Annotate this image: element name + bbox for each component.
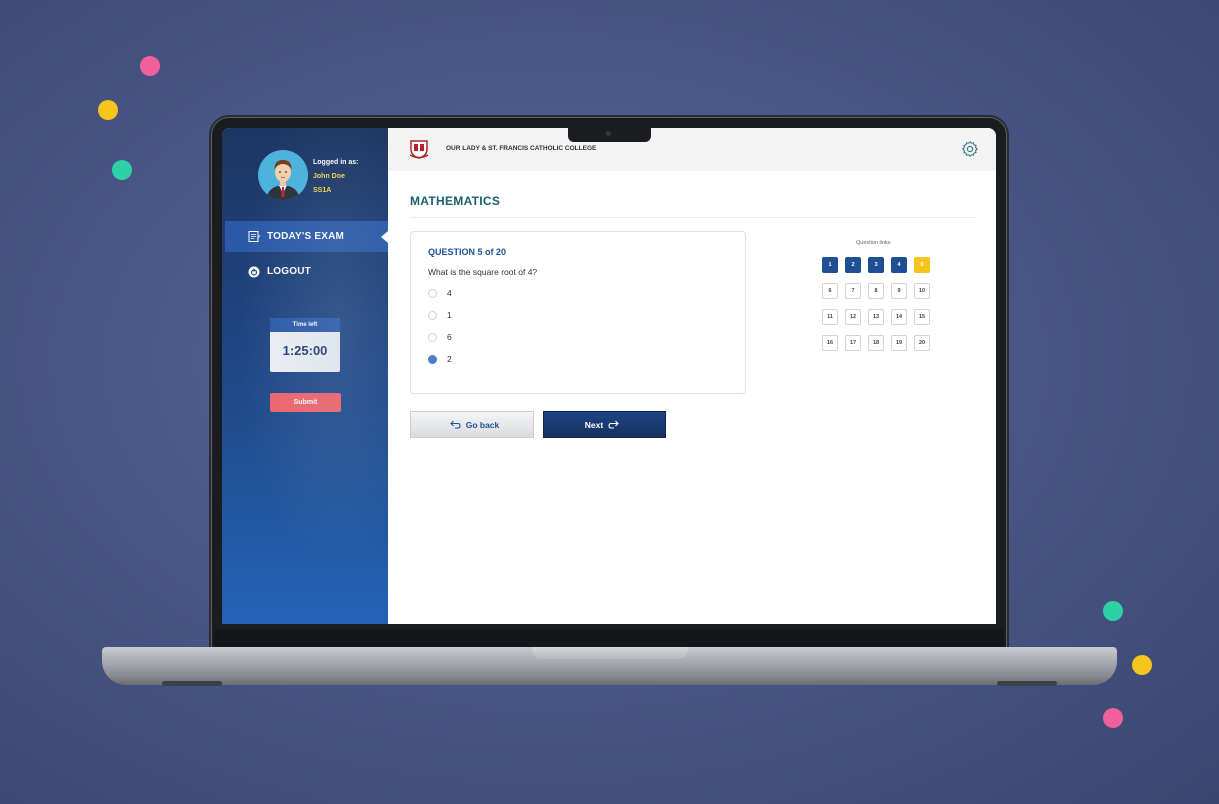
school-crest-icon: [408, 138, 430, 160]
nav-item-logout[interactable]: LOGOUT: [225, 256, 388, 287]
question-link-16[interactable]: 16: [822, 335, 838, 351]
question-links-title: Question links: [856, 240, 891, 246]
question-link-13[interactable]: 13: [868, 309, 884, 325]
power-icon: [247, 265, 261, 279]
user-info: Logged in as: John Doe SS1A: [313, 156, 359, 198]
radio-button[interactable]: [428, 332, 437, 342]
answer-option[interactable]: 6: [428, 332, 452, 342]
question-link-7[interactable]: 7: [845, 283, 861, 299]
undo-icon: [449, 420, 461, 429]
question-link-14[interactable]: 14: [891, 309, 907, 325]
question-link-1[interactable]: 1: [822, 257, 838, 273]
go-back-button[interactable]: Go back: [410, 411, 534, 438]
exam-icon: [247, 230, 261, 244]
school-name: OUR LADY & ST. FRANCIS CATHOLIC COLLEGE: [446, 145, 597, 152]
nav-label: TODAY'S EXAM: [267, 231, 345, 242]
submit-button[interactable]: Submit: [270, 393, 341, 412]
camera-icon: [606, 131, 611, 136]
option-label: 4: [447, 288, 452, 298]
question-link-18[interactable]: 18: [868, 335, 884, 351]
avatar: [258, 150, 308, 200]
laptop-foot: [997, 681, 1057, 686]
question-link-15[interactable]: 15: [914, 309, 930, 325]
decor-dot-green: [1103, 601, 1123, 621]
question-text: What is the square root of 4?: [428, 267, 538, 277]
laptop-foot: [162, 681, 222, 686]
nav-item-todays-exam[interactable]: TODAY'S EXAM: [225, 221, 388, 252]
question-link-12[interactable]: 12: [845, 309, 861, 325]
camera-notch: [568, 128, 651, 142]
divider: [410, 217, 976, 218]
answer-option[interactable]: 2: [428, 354, 452, 364]
question-link-8[interactable]: 8: [868, 283, 884, 299]
decor-dot-green: [112, 160, 132, 180]
option-label: 6: [447, 332, 452, 342]
decor-dot-yellow: [1132, 655, 1152, 675]
go-back-label: Go back: [465, 419, 500, 430]
option-label: 2: [447, 354, 452, 364]
laptop-bezel: [214, 630, 1004, 648]
active-indicator: [381, 231, 388, 243]
radio-button[interactable]: [428, 288, 437, 298]
timer-label: Time left: [270, 318, 340, 332]
answer-option[interactable]: 1: [428, 310, 452, 320]
logged-in-label: Logged in as:: [313, 159, 359, 166]
question-links-grid: 1 2 3 4 5 6 7 8 9 10 11 12 13 14 15 16 17 18 19 20: [822, 257, 934, 351]
header-bar: OUR LADY & ST. FRANCIS CATHOLIC COLLEGE: [388, 128, 996, 171]
gear-icon[interactable]: [961, 140, 979, 158]
radio-button-selected[interactable]: [428, 354, 437, 364]
laptop-base: [102, 647, 1117, 686]
redo-icon: [608, 420, 619, 429]
question-link-2[interactable]: 2: [845, 257, 861, 273]
question-link-3[interactable]: 3: [868, 257, 884, 273]
sidebar: Logged in as: John Doe SS1A TODAY'S EXAM…: [222, 128, 388, 624]
question-number: QUESTION 5 of 20: [428, 247, 507, 257]
timer-value: 1:25:00: [282, 343, 328, 358]
nav-label: LOGOUT: [267, 266, 311, 277]
question-link-9[interactable]: 9: [891, 283, 907, 299]
question-link-4[interactable]: 4: [891, 257, 907, 273]
question-link-19[interactable]: 19: [891, 335, 907, 351]
radio-button[interactable]: [428, 310, 437, 320]
question-link-10[interactable]: 10: [914, 283, 930, 299]
next-label: Next: [584, 419, 604, 430]
option-label: 1: [447, 310, 452, 320]
question-link-17[interactable]: 17: [845, 335, 861, 351]
question-link-20[interactable]: 20: [914, 335, 930, 351]
app-screen: Logged in as: John Doe SS1A TODAY'S EXAM…: [222, 128, 996, 624]
timer-widget: Time left 1:25:00: [270, 318, 340, 372]
decor-dot-pink: [140, 56, 160, 76]
question-link-11[interactable]: 11: [822, 309, 838, 325]
question-link-5[interactable]: 5: [914, 257, 930, 273]
question-card: QUESTION 5 of 20 What is the square root…: [410, 231, 746, 394]
decor-dot-pink: [1103, 708, 1123, 728]
answer-option[interactable]: 4: [428, 288, 452, 298]
question-link-6[interactable]: 6: [822, 283, 838, 299]
next-button[interactable]: Next: [543, 411, 666, 438]
laptop-hinge-notch: [532, 647, 688, 659]
user-name: John Doe: [313, 173, 345, 180]
page-title: MATHEMATICS: [410, 194, 501, 208]
decor-dot-yellow: [98, 100, 118, 120]
user-class: SS1A: [313, 187, 332, 194]
